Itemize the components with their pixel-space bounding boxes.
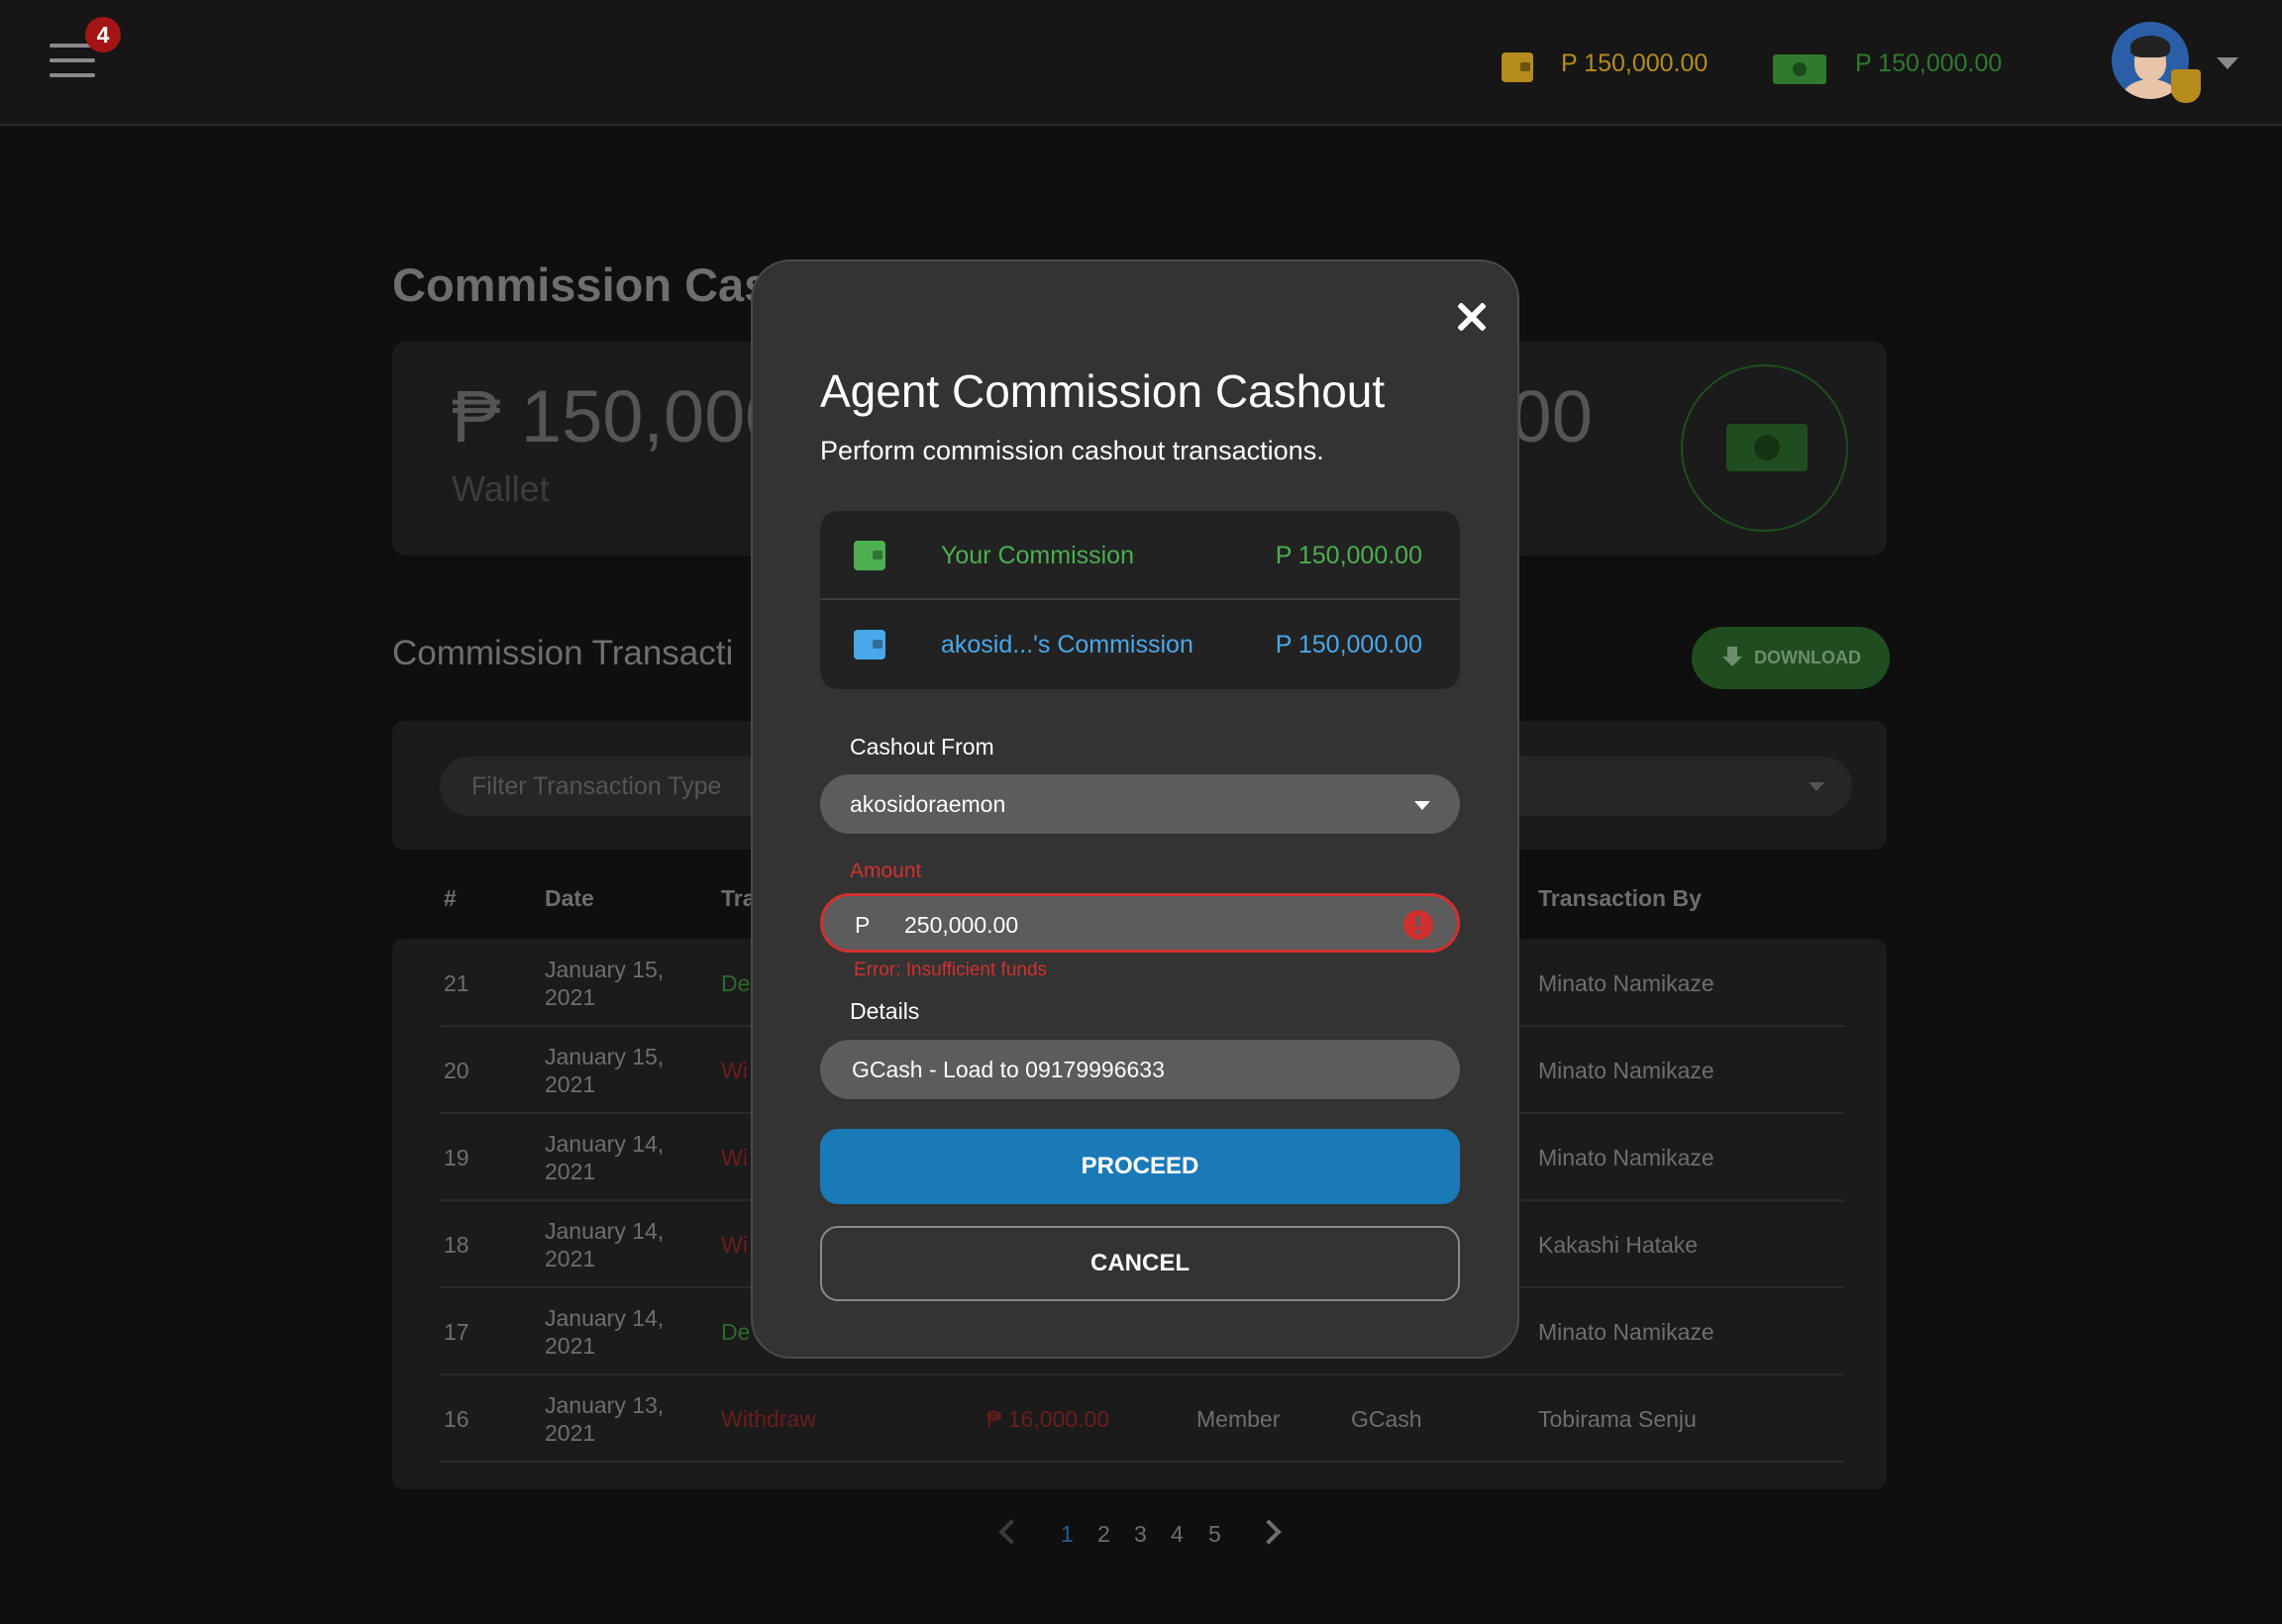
row-date: January 13, 2021 (545, 1392, 665, 1446)
cash-icon (1773, 54, 1826, 84)
wallet-icon (854, 541, 885, 570)
download-label: DOWNLOAD (1754, 648, 1861, 667)
error-icon (1403, 910, 1433, 940)
row-transaction-by: Kakashi Hatake (1538, 1232, 1699, 1258)
cash-balance: P 150,000.00 (1855, 50, 2003, 77)
page-3[interactable]: 3 (1134, 1521, 1147, 1548)
chevron-down-icon[interactable] (2217, 57, 2238, 69)
cancel-button[interactable]: CANCEL (820, 1226, 1460, 1301)
download-icon (1720, 646, 1744, 670)
pagination: 1 2 3 4 5 (0, 1519, 2282, 1551)
row-date: January 15, 2021 (545, 957, 665, 1010)
badge-icon (2171, 69, 2201, 103)
row-number: 21 (444, 970, 469, 996)
row-type: Withdraw (721, 1406, 816, 1432)
summary-wallet-label: Wallet (452, 468, 550, 509)
row-transaction-by: Minato Namikaze (1538, 1145, 1714, 1170)
amount-input[interactable]: P 250,000.00 (820, 893, 1460, 953)
page-4[interactable]: 4 (1171, 1521, 1184, 1548)
row-date: January 14, 2021 (545, 1131, 665, 1184)
row-date: January 14, 2021 (545, 1305, 665, 1359)
row-number: 19 (444, 1145, 469, 1170)
modal-subtitle: Perform commission cashout transactions. (820, 436, 1324, 465)
modal-title: Agent Commission Cashout (820, 365, 1386, 417)
proceed-button[interactable]: PROCEED (820, 1129, 1460, 1204)
row-type: De (721, 1319, 751, 1345)
chevron-down-icon (1414, 801, 1430, 810)
commission-panel: Your Commission P 150,000.00 akosid...'s… (820, 511, 1460, 689)
table-header-transaction-by: Transaction By (1538, 885, 1702, 911)
top-bar: 4 P 150,000.00 P 150,000.00 (0, 0, 2282, 126)
notification-badge: 4 (85, 17, 121, 52)
your-commission-value: P 150,000.00 (1275, 542, 1422, 569)
row-transaction-by: Minato Namikaze (1538, 1319, 1714, 1345)
page-5[interactable]: 5 (1208, 1521, 1221, 1548)
row-channel: GCash (1351, 1406, 1422, 1432)
chevron-left-icon (998, 1519, 1024, 1545)
table-header-num: # (444, 885, 457, 911)
row-number: 16 (444, 1406, 469, 1432)
wallet-icon (854, 630, 885, 660)
row-type: Wi (721, 1058, 748, 1083)
other-commission-value: P 150,000.00 (1275, 631, 1422, 659)
wallet-icon (1502, 52, 1533, 82)
other-commission-label: akosid...'s Commission (941, 631, 1193, 659)
download-button[interactable]: DOWNLOAD (1692, 627, 1890, 689)
amount-label: Amount (850, 860, 922, 882)
row-number: 17 (444, 1319, 469, 1345)
summary-wallet-amount: ₱ 150,000 (452, 375, 786, 457)
row-transaction-by: Minato Namikaze (1538, 1058, 1714, 1083)
cash-bill-icon (1726, 424, 1808, 471)
row-type: De (721, 970, 751, 996)
summary-cash-icon (1681, 364, 1848, 532)
cashout-from-label: Cashout From (850, 734, 994, 760)
section-title: Commission Transacti (392, 634, 734, 672)
details-input[interactable]: GCash - Load to 09179996633 (820, 1040, 1460, 1099)
row-date: January 15, 2021 (545, 1044, 665, 1097)
other-commission-row: akosid...'s Commission P 150,000.00 (820, 600, 1460, 689)
table-row[interactable]: 16 January 13, 2021 Withdraw ₱ 16,000.00 Mem… (440, 1375, 1844, 1463)
menu-icon[interactable] (50, 44, 95, 81)
row-role: Member (1196, 1406, 1281, 1432)
row-number: 20 (444, 1058, 469, 1083)
table-header-date: Date (545, 885, 594, 911)
cashout-from-select[interactable]: akosidoraemon (820, 774, 1460, 834)
page-1[interactable]: 1 (1061, 1521, 1074, 1548)
cashout-from-value: akosidoraemon (850, 791, 1006, 817)
row-transaction-by: Minato Namikaze (1538, 970, 1714, 996)
your-commission-label: Your Commission (941, 542, 1134, 569)
page-2[interactable]: 2 (1097, 1521, 1110, 1548)
amount-value: 250,000.00 (904, 912, 1019, 938)
row-transaction-by: Tobirama Senju (1538, 1406, 1697, 1432)
amount-prefix: P (855, 912, 871, 938)
row-amount: ₱ 16,000.00 (986, 1406, 1110, 1432)
row-type: Wi (721, 1232, 748, 1258)
avatar-hair (2130, 36, 2170, 57)
amount-error-message: Error: Insufficient funds (854, 960, 1048, 980)
page-title: Commission Cash (392, 258, 799, 311)
chevron-right-icon[interactable] (1256, 1519, 1282, 1545)
wallet-balance: P 150,000.00 (1561, 50, 1709, 77)
close-icon[interactable] (1452, 297, 1492, 337)
details-label: Details (850, 998, 920, 1024)
row-number: 18 (444, 1232, 469, 1258)
row-date: January 14, 2021 (545, 1218, 665, 1271)
your-commission-row: Your Commission P 150,000.00 (820, 511, 1460, 600)
row-type: Wi (721, 1145, 748, 1170)
